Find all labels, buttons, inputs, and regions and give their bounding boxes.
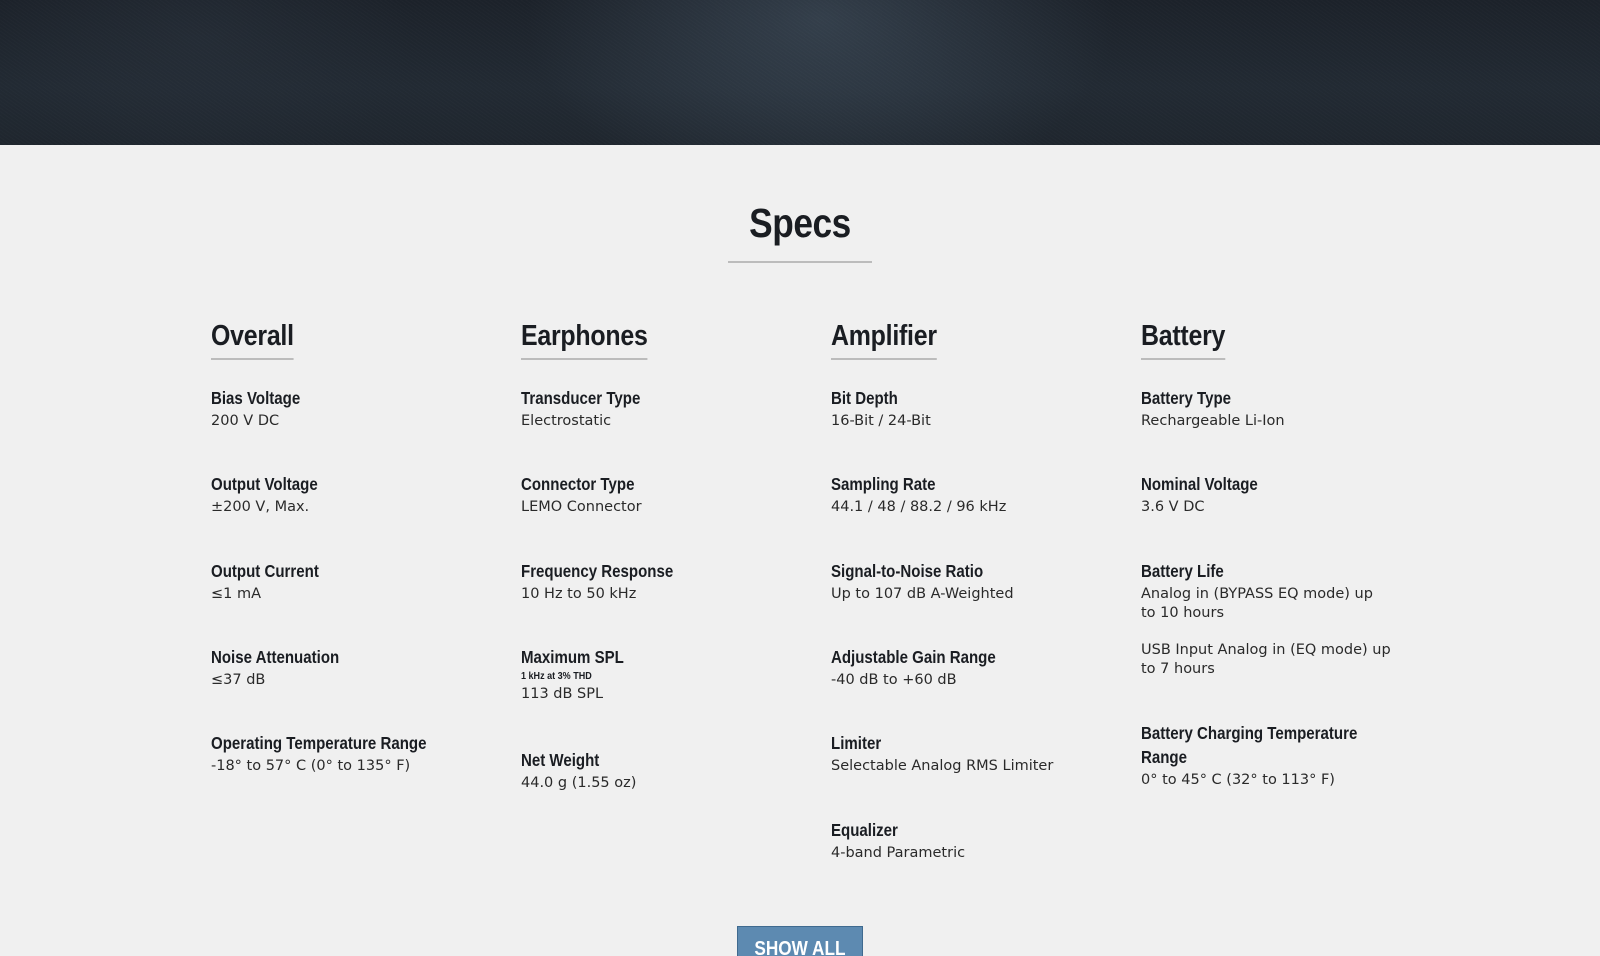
spec-label: Output Current (211, 561, 319, 581)
spec-column-earphones: Earphones Transducer Type Electrostatic … (521, 318, 771, 791)
spec-label: Battery Life (1141, 561, 1224, 581)
spec-value: ±200 V, Max. (211, 499, 310, 515)
spec-value: 113 dB SPL (521, 686, 604, 702)
page-title: Specs (749, 200, 851, 246)
spec-value: 4-band Parametric (831, 845, 966, 861)
spec-label: Adjustable Gain Range (831, 647, 996, 667)
spec-item: Battery Charging Temperature Range 0° to… (1141, 721, 1391, 790)
spec-label: Connector Type (521, 474, 635, 494)
spec-item: Limiter Selectable Analog RMS Limiter (831, 731, 1081, 776)
spec-value: -40 dB to +60 dB (831, 672, 957, 688)
spec-label: Bias Voltage (211, 388, 301, 408)
spec-label: Battery Type (1141, 388, 1232, 408)
spec-value: 3.6 V DC (1141, 499, 1205, 515)
spec-item: Output Current ≤1 mA (211, 559, 461, 604)
spec-value: 200 V DC (211, 413, 280, 429)
spec-item: Net Weight 44.0 g (1.55 oz) (521, 748, 771, 793)
spec-value: 10 Hz to 50 kHz (521, 586, 637, 602)
spec-value: 44.1 / 48 / 88.2 / 96 kHz (831, 499, 1007, 515)
spec-value: LEMO Connector (521, 499, 642, 515)
show-all-label: SHOW ALL (754, 938, 846, 956)
spec-item: Output Voltage ±200 V, Max. (211, 472, 461, 517)
spec-item: Connector Type LEMO Connector (521, 472, 771, 517)
spec-item: Transducer Type Electrostatic (521, 386, 771, 431)
spec-label: Equalizer (831, 820, 898, 840)
spec-label: Operating Temperature Range (211, 733, 427, 753)
spec-note: 1 kHz at 3% THD (521, 670, 592, 682)
spec-column-overall: Overall Bias Voltage 200 V DC Output Vol… (211, 318, 461, 774)
spec-value: Analog in (BYPASS EQ mode) up to 10 hour… (1141, 586, 1373, 621)
spec-label: Frequency Response (521, 561, 674, 581)
spec-value: 0° to 45° C (32° to 113° F) (1141, 772, 1335, 788)
spec-item: Frequency Response 10 Hz to 50 kHz (521, 559, 771, 604)
spec-label: Sampling Rate (831, 474, 936, 494)
column-title-overall: Overall (211, 318, 294, 360)
spec-column-battery: Battery Battery Type Rechargeable Li-Ion… (1141, 318, 1391, 788)
spec-value: Up to 107 dB A-Weighted (831, 586, 1014, 602)
spec-item: Maximum SPL 1 kHz at 3% THD 113 dB SPL (521, 645, 771, 704)
spec-value: Rechargeable Li-Ion (1141, 413, 1285, 429)
spec-label: Nominal Voltage (1141, 474, 1258, 494)
spec-item: Noise Attenuation ≤37 dB (211, 645, 461, 690)
spec-column-amplifier: Amplifier Bit Depth 16-Bit / 24-Bit Samp… (831, 318, 1081, 861)
spec-item: Nominal Voltage 3.6 V DC (1141, 472, 1391, 517)
column-title-battery: Battery (1141, 318, 1225, 360)
spec-item: Equalizer 4-band Parametric (831, 818, 1081, 863)
spec-value: -18° to 57° C (0° to 135° F) (211, 758, 411, 774)
spec-label: Bit Depth (831, 388, 898, 408)
spec-label: Noise Attenuation (211, 647, 340, 667)
spec-item: Bias Voltage 200 V DC (211, 386, 461, 431)
title-underline (728, 261, 872, 263)
spec-value: ≤37 dB (211, 672, 266, 688)
spec-item: Adjustable Gain Range -40 dB to +60 dB (831, 645, 1081, 690)
spec-label: Transducer Type (521, 388, 641, 408)
spec-label: Maximum SPL (521, 647, 624, 667)
spec-item: Operating Temperature Range -18° to 57° … (211, 731, 461, 776)
spec-value: Electrostatic (521, 413, 612, 429)
column-title-earphones: Earphones (521, 318, 648, 360)
spec-label: Output Voltage (211, 474, 318, 494)
spec-item: Bit Depth 16-Bit / 24-Bit (831, 386, 1081, 431)
spec-value: Selectable Analog RMS Limiter (831, 758, 1054, 774)
hero-banner (0, 0, 1600, 145)
spec-item: Battery Type Rechargeable Li-Ion (1141, 386, 1391, 431)
spec-label: Battery Charging Temperature Range (1141, 723, 1358, 767)
spec-value: 44.0 g (1.55 oz) (521, 775, 637, 791)
spec-item: Battery Life Analog in (BYPASS EQ mode) … (1141, 559, 1391, 679)
spec-item: Signal-to-Noise Ratio Up to 107 dB A-Wei… (831, 559, 1081, 604)
spec-label: Limiter (831, 733, 882, 753)
spec-item: Sampling Rate 44.1 / 48 / 88.2 / 96 kHz (831, 472, 1081, 517)
spec-value: 16-Bit / 24-Bit (831, 413, 931, 429)
spec-label: Net Weight (521, 750, 600, 770)
spec-value: ≤1 mA (211, 586, 262, 602)
column-title-amplifier: Amplifier (831, 318, 937, 360)
spec-label: Signal-to-Noise Ratio (831, 561, 984, 581)
show-all-button[interactable]: SHOW ALL (737, 926, 863, 956)
spec-value: USB Input Analog in (EQ mode) up to 7 ho… (1141, 642, 1391, 677)
